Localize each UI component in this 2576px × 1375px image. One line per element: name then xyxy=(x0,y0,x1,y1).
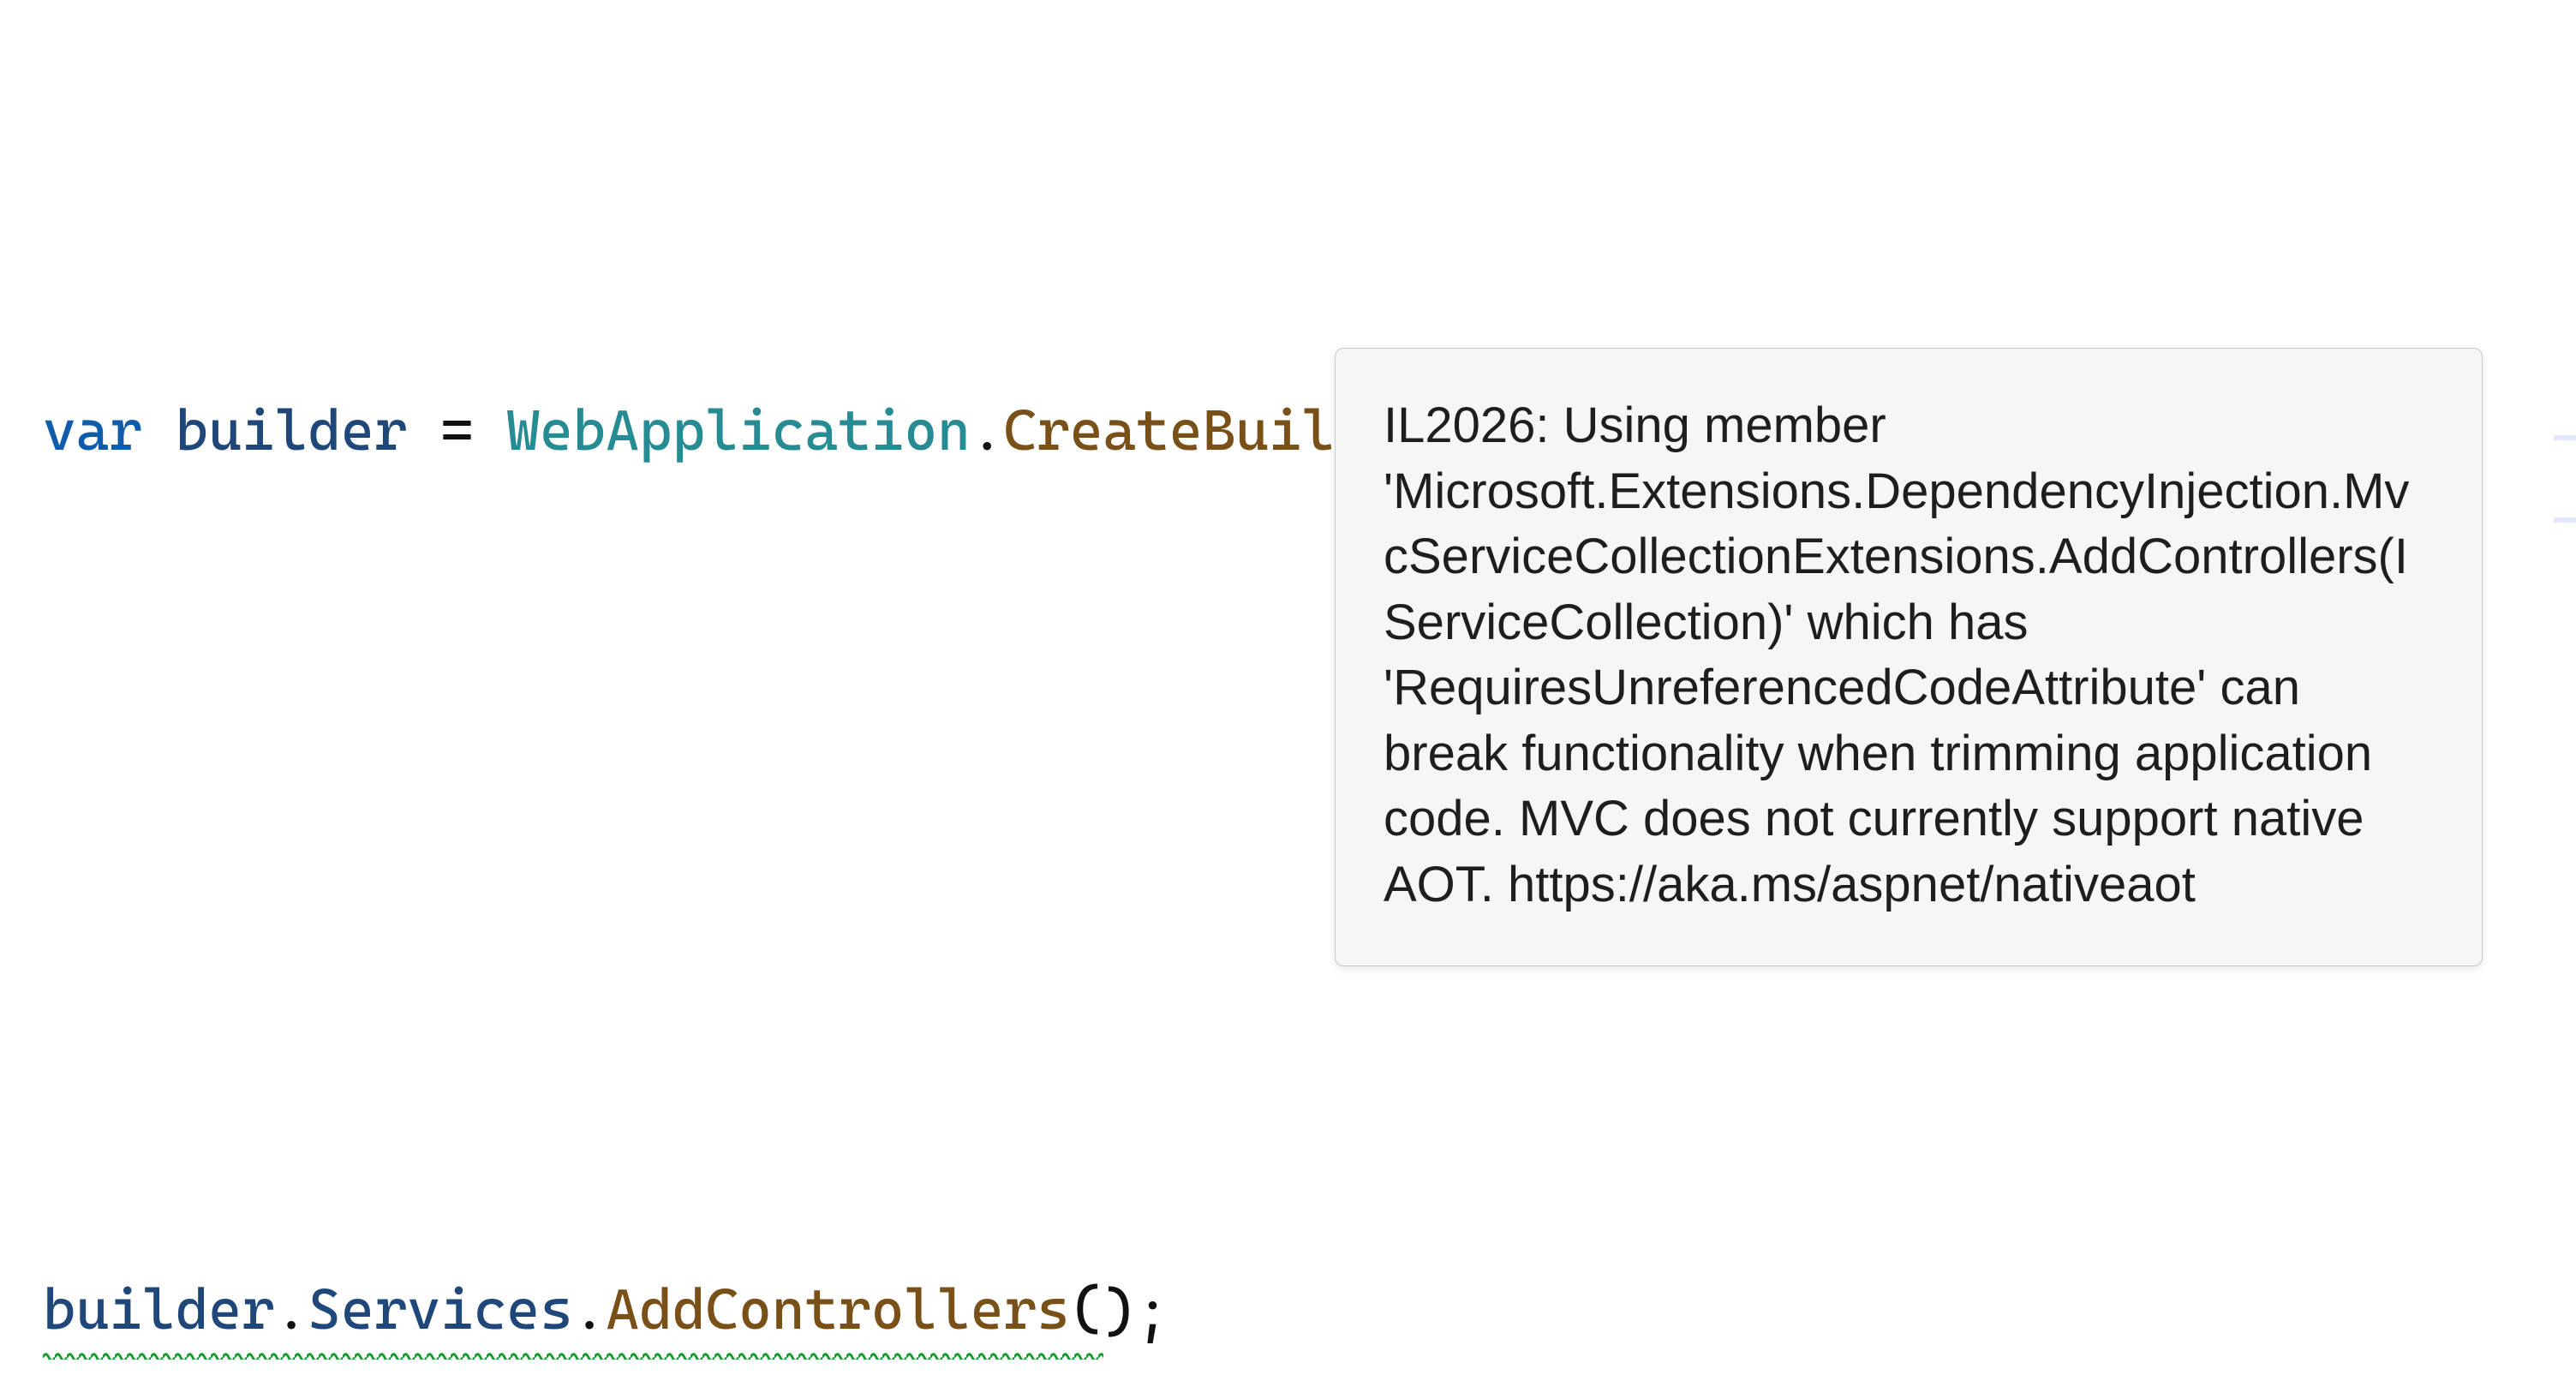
identifier-builder: builder xyxy=(176,387,408,475)
property-services: Services xyxy=(308,1277,572,1342)
method-addcontrollers: AddControllers xyxy=(606,1277,1069,1342)
dot: . xyxy=(573,1277,607,1342)
code-line-3[interactable]: builder.Services.AddControllers(); xyxy=(43,1269,2576,1357)
gutter-current-line-marker-top xyxy=(2554,435,2576,440)
identifier-builder: builder xyxy=(43,1277,275,1342)
warning-span[interactable]: builder.Services.AddControllers( xyxy=(43,1266,1103,1360)
space xyxy=(142,387,176,475)
type-webapplication: WebApplication xyxy=(506,387,970,475)
gutter-current-line-marker-bottom xyxy=(2554,517,2576,523)
dot: . xyxy=(275,1277,308,1342)
dot: . xyxy=(971,387,1004,475)
close-call: ); xyxy=(1103,1269,1169,1357)
keyword-var: var xyxy=(43,387,142,475)
warning-tooltip: IL2026: Using member 'Microsoft.Extensio… xyxy=(1335,348,2483,966)
warning-tooltip-text: IL2026: Using member 'Microsoft.Extensio… xyxy=(1384,398,2409,912)
assign: = xyxy=(407,387,506,475)
open-paren: ( xyxy=(1070,1277,1103,1342)
